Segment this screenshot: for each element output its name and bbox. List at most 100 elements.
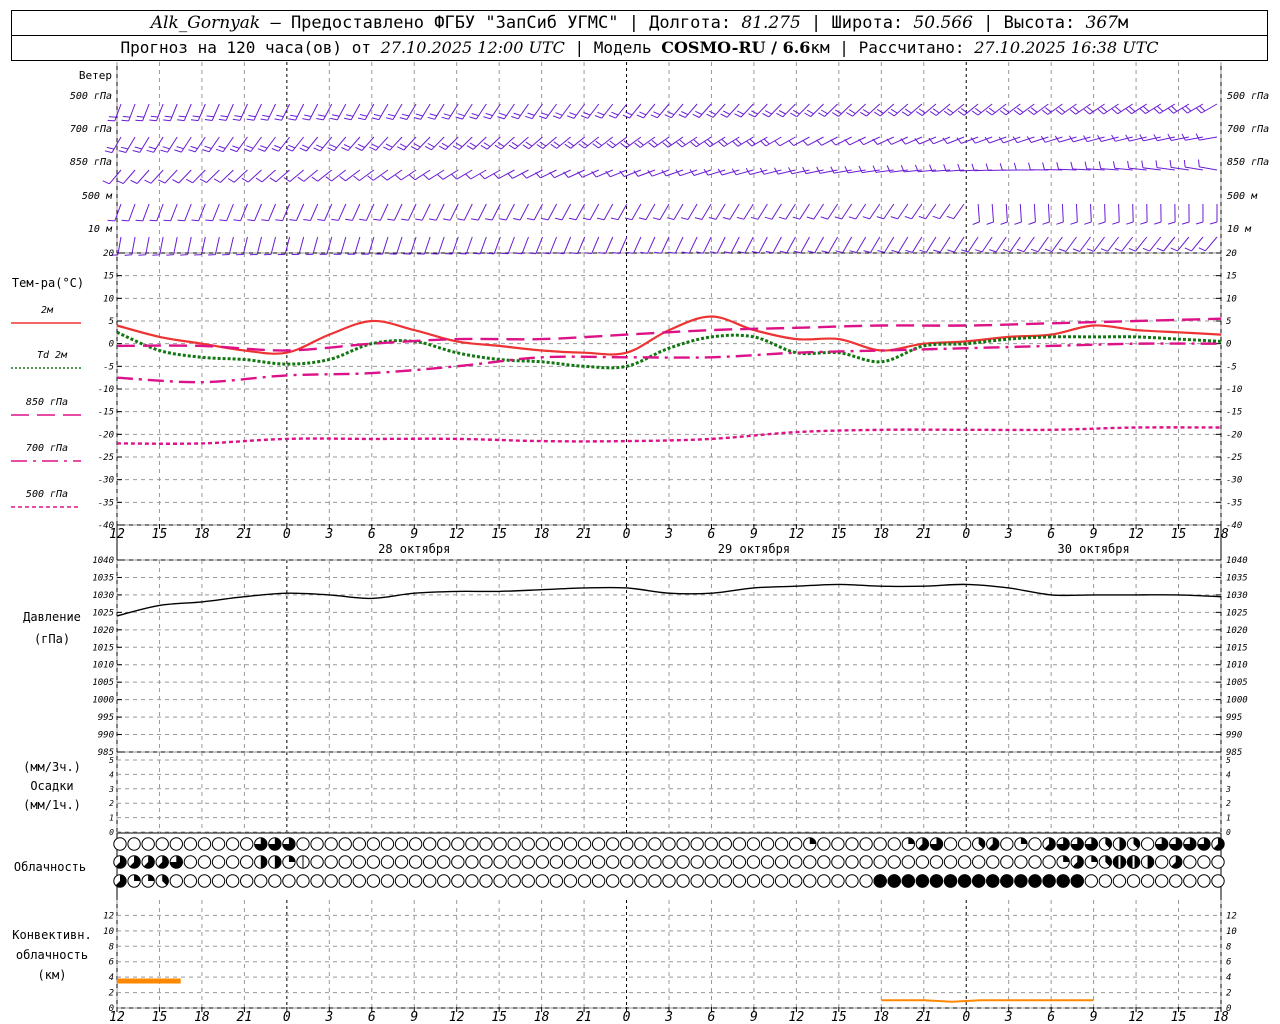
wind-barb-flag [451, 173, 458, 180]
cloud-symbol [394, 837, 409, 851]
wind-barb [542, 236, 558, 255]
wind-barb [333, 236, 347, 255]
wind-barb-flag [1055, 109, 1063, 115]
wind-barb [737, 236, 754, 254]
prec-tick-label-left: 2 [109, 799, 114, 808]
cloud-circle [366, 874, 381, 888]
cloud-symbol [732, 837, 747, 851]
wind-barb [471, 203, 487, 221]
wind-barb-flag [415, 218, 423, 221]
wind-barb-flag [876, 216, 884, 220]
wind-barb-shaft [451, 236, 459, 255]
wind-barb-flag [410, 146, 418, 151]
wind-barb-flag [735, 138, 742, 145]
cloud-symbol [901, 837, 916, 851]
cloud-symbol [225, 855, 240, 869]
wind-barb-flag [401, 113, 410, 117]
bottom-axis-hour-label: 21 [916, 1010, 932, 1024]
temp-axis-hour-label: 15 [831, 527, 847, 542]
cloud-symbol [929, 874, 944, 888]
wind-barb-flag [929, 110, 937, 116]
temp-axis-hour-label: 12 [1128, 527, 1144, 542]
cloud-symbol [1183, 874, 1197, 888]
wind-barb-flag [776, 112, 784, 118]
wind-barb [1167, 203, 1176, 225]
prec-tick-label-right: 2 [1226, 799, 1231, 808]
cloud-symbol [662, 837, 676, 851]
wind-barb-flag [762, 113, 770, 118]
wind-barb-flag [1141, 160, 1144, 168]
wind-barb-shaft [117, 236, 122, 255]
wind-barb-flag [483, 142, 491, 147]
wind-barb [118, 136, 136, 153]
wind-barb [668, 236, 684, 254]
wind-barb [1141, 160, 1161, 171]
temp-axis-hour-label: 0 [283, 527, 291, 542]
temp-axis-hour-label: 12 [789, 527, 805, 542]
cloud-symbol [957, 855, 972, 869]
wind-barb-flag [999, 163, 1003, 171]
wind-barb-flag [260, 145, 268, 149]
cloud-symbol [1140, 837, 1155, 851]
cloud-circle [380, 874, 395, 888]
cloud-symbol [887, 837, 901, 851]
cloud-circle [521, 855, 535, 869]
wind-barb-shaft [421, 203, 431, 221]
wind-barb-flag [130, 179, 138, 184]
cloud-symbol [1042, 874, 1056, 888]
temp-tick-label-left: -25 [98, 453, 114, 463]
cloud-symbol [915, 837, 930, 851]
cloud-symbol [929, 837, 944, 851]
wind-barb-flag [1069, 109, 1077, 115]
wind-barb-flag [947, 249, 955, 253]
wind-barb [235, 236, 248, 256]
wind-barb-flag [166, 254, 174, 256]
wind-barb-flag [732, 141, 739, 147]
wind-barb-shaft [131, 236, 136, 255]
pres-tick-label-left: 1035 [92, 573, 114, 583]
wind-barb-flag [555, 112, 563, 116]
wind-barb-flag [1042, 221, 1050, 225]
wind-barb-shaft [730, 236, 740, 254]
wind-barb [568, 203, 586, 221]
wind-barb-flag [357, 117, 366, 121]
wind-barb-shaft [169, 103, 178, 121]
wind-barb-flag [736, 216, 745, 220]
cloud-circle [465, 837, 479, 851]
cloud-symbol [465, 855, 479, 869]
wind-barb-shaft [350, 103, 361, 121]
wind-barb [877, 236, 895, 253]
wind-barb-flag [1157, 106, 1164, 112]
cloud-symbol [1056, 855, 1070, 869]
cloud-symbol [239, 874, 254, 888]
wind-barb-shaft [975, 136, 993, 144]
cloud-symbol [788, 874, 803, 888]
pressure-unit: (гПа) [34, 632, 70, 646]
wind-barb [946, 203, 965, 220]
wind-barb-shaft [378, 103, 389, 120]
cloud-circle [422, 855, 437, 869]
cloud-circle [690, 837, 704, 851]
wind-barb-flag [932, 108, 940, 114]
cloud-symbol [1197, 874, 1211, 888]
wind-barb [986, 203, 994, 225]
pres-tick-label-right: 1010 [1226, 661, 1248, 671]
cloud-circle [422, 874, 437, 888]
wind-barb-flag [218, 118, 227, 121]
wind-barb-flag [1181, 133, 1186, 141]
cloud-circle [239, 874, 254, 888]
wind-barb-flag [862, 109, 870, 114]
wind-barb-flag [288, 144, 296, 149]
wind-barb-flag [429, 218, 437, 221]
cloud-fill [1119, 837, 1126, 851]
wind-barb-shaft [114, 103, 122, 122]
wind-barb-shaft [281, 103, 291, 121]
cloud-symbol [1070, 874, 1084, 888]
wind-barb-shaft [364, 103, 375, 120]
wind-barb-flag [457, 218, 465, 221]
pres-tick-label-right: 1035 [1226, 573, 1248, 583]
cloud-symbol [605, 874, 620, 888]
wind-barb-shaft [688, 236, 698, 254]
wind-barb [431, 236, 445, 255]
wind-barb [104, 136, 122, 154]
